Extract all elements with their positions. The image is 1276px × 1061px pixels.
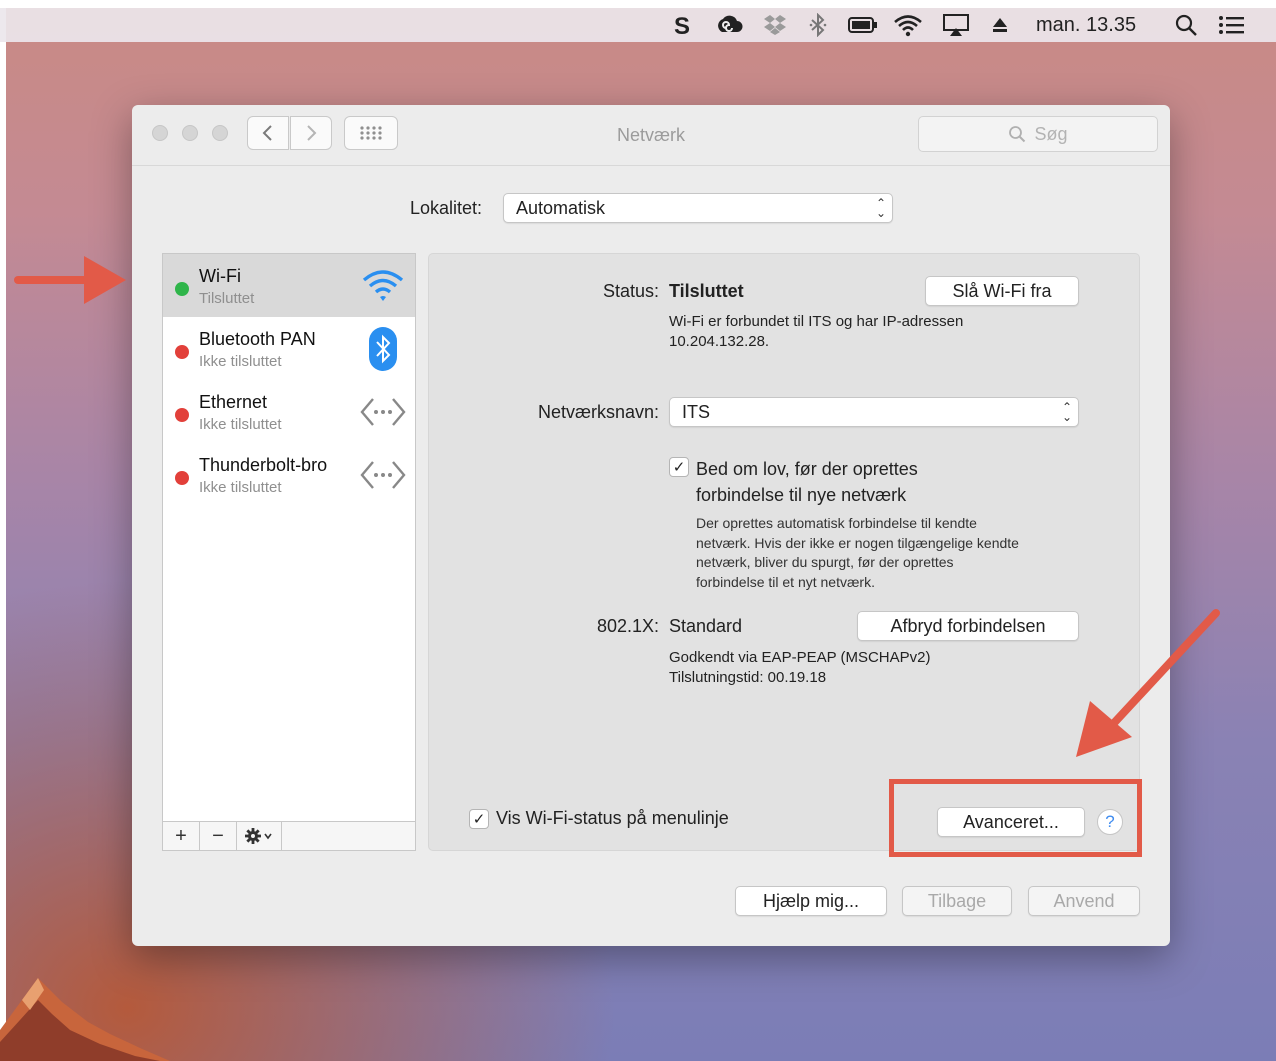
skype-icon[interactable]: S [668, 8, 698, 42]
auth-line: Tilslutningstid: 00.19.18 [669, 669, 827, 686]
revert-button[interactable]: Tilbage [902, 886, 1012, 916]
ethernet-arrows-icon [359, 453, 407, 497]
service-name: Wi-Fi [199, 266, 241, 286]
ask-desc-line: netværk, bliver du spurgt, før der opret… [696, 554, 954, 570]
assist-me-button[interactable]: Hjælp mig... [735, 886, 887, 916]
show-wifi-status-label: Vis Wi-Fi-status på menulinje [496, 808, 729, 828]
search-icon [1009, 126, 1026, 143]
annotation-arrow-right [14, 256, 126, 304]
show-wifi-status-checkbox[interactable]: ✓ [469, 809, 489, 829]
annotation-arrow-down-left [1076, 609, 1220, 757]
ethernet-arrows-icon [359, 390, 407, 434]
network-name-label: Netværksnavn: [537, 402, 659, 422]
creative-cloud-icon[interactable] [712, 8, 746, 42]
service-item-thunderbolt-bridge[interactable]: Thunderbolt-bro Ikke tilsluttet [163, 443, 415, 506]
network-name-value: ITS [682, 401, 711, 422]
eject-icon[interactable] [986, 8, 1014, 42]
svg-text:S: S [674, 13, 690, 37]
auth-info: Godkendt via EAP-PEAP (MSCHAPv2) Tilslut… [669, 648, 931, 688]
search-placeholder: Søg [1034, 123, 1068, 144]
advanced-button[interactable]: Avanceret... [937, 807, 1085, 837]
service-item-wifi[interactable]: Wi-Fi Tilsluttet [163, 254, 415, 317]
status-value: Tilsluttet [669, 281, 744, 301]
gear-icon [245, 828, 272, 844]
service-list-toolbar: + − [162, 821, 416, 851]
popup-arrows-icon: ⌃ ⌄ [875, 196, 886, 220]
wifi-icon [359, 264, 407, 308]
wifi-icon[interactable] [890, 8, 926, 42]
help-button[interactable]: ? [1097, 809, 1123, 835]
popup-arrows-icon: ⌃ ⌄ [1061, 400, 1072, 424]
status-dot [175, 471, 189, 485]
service-status: Ikke tilsluttet [199, 479, 282, 496]
network-preferences-window: Netværk Søg Lokalitet: Automatisk ⌃ ⌄ Wi-… [132, 105, 1170, 946]
service-item-bluetooth-pan[interactable]: Bluetooth PAN Ikke tilsluttet [163, 317, 415, 380]
bluetooth-icon[interactable] [804, 8, 832, 42]
location-value: Automatisk [516, 197, 606, 218]
dot1x-value: Standard [669, 616, 743, 636]
gear-menu-button[interactable] [237, 822, 282, 850]
status-desc-line: Wi-Fi er forbundet til ITS og har IP-adr… [669, 313, 964, 330]
status-dot [175, 408, 189, 422]
add-service-button[interactable]: + [163, 822, 200, 850]
service-status: Tilsluttet [199, 290, 255, 307]
apply-button[interactable]: Anvend [1028, 886, 1140, 916]
service-item-ethernet[interactable]: Ethernet Ikke tilsluttet [163, 380, 415, 443]
status-dot [175, 282, 189, 296]
ask-line: forbindelse til nye netværk [696, 485, 907, 505]
service-name: Bluetooth PAN [199, 329, 316, 349]
ask-desc-line: forbindelse til et nyt netværk. [696, 573, 875, 590]
service-status: Ikke tilsluttet [199, 416, 282, 433]
title-bar: Netværk Søg [132, 105, 1170, 166]
ask-desc-line: netværk. Hvis der ikke er nogen tilgænge… [696, 534, 1019, 551]
location-popup[interactable]: Automatisk ⌃ ⌄ [503, 193, 893, 223]
service-status: Ikke tilsluttet [199, 353, 282, 370]
status-description: Wi-Fi er forbundet til ITS og har IP-adr… [669, 312, 963, 352]
notification-center-icon[interactable] [1214, 8, 1250, 42]
bluetooth-icon [359, 327, 407, 371]
network-name-popup[interactable]: ITS ⌃ ⌄ [669, 397, 1079, 427]
search-field[interactable]: Søg [918, 116, 1158, 152]
service-name: Ethernet [199, 392, 268, 412]
wifi-off-button[interactable]: Slå Wi-Fi fra [925, 276, 1079, 306]
dot1x-label: 802.1X: [596, 616, 659, 636]
battery-icon[interactable] [846, 8, 880, 42]
disconnect-button[interactable]: Afbryd forbindelsen [857, 611, 1079, 641]
auth-line: Godkendt via EAP-PEAP (MSCHAPv2) [669, 649, 931, 666]
menu-clock[interactable]: man. 13.35 [1036, 8, 1136, 42]
airplay-icon[interactable] [938, 8, 974, 42]
ask-join-label: Bed om lov, før der oprettes forbindelse… [696, 456, 918, 508]
service-name: Thunderbolt-bro [199, 455, 328, 475]
ask-join-description: Der oprettes automatisk forbindelse til … [696, 514, 1019, 592]
mountain-wallpaper [0, 978, 170, 1061]
dropbox-icon[interactable] [760, 8, 790, 42]
status-dot [175, 345, 189, 359]
wifi-detail-panel: Status: Tilsluttet Slå Wi-Fi fra Wi-Fi e… [428, 253, 1140, 851]
location-label: Lokalitet: [410, 198, 483, 218]
status-label: Status: [602, 281, 659, 301]
status-desc-line: 10.204.132.28. [669, 333, 770, 350]
spotlight-icon[interactable] [1170, 8, 1202, 42]
ask-line: Bed om lov, før der oprettes [696, 459, 918, 479]
ask-desc-line: Der oprettes automatisk forbindelse til … [696, 515, 977, 531]
remove-service-button[interactable]: − [200, 822, 237, 850]
menu-bar: S man. 13.35 [0, 8, 1276, 42]
ask-join-checkbox[interactable]: ✓ [669, 457, 689, 477]
service-list: Wi-Fi Tilsluttet Bluetooth PAN Ikke tils… [162, 253, 416, 851]
